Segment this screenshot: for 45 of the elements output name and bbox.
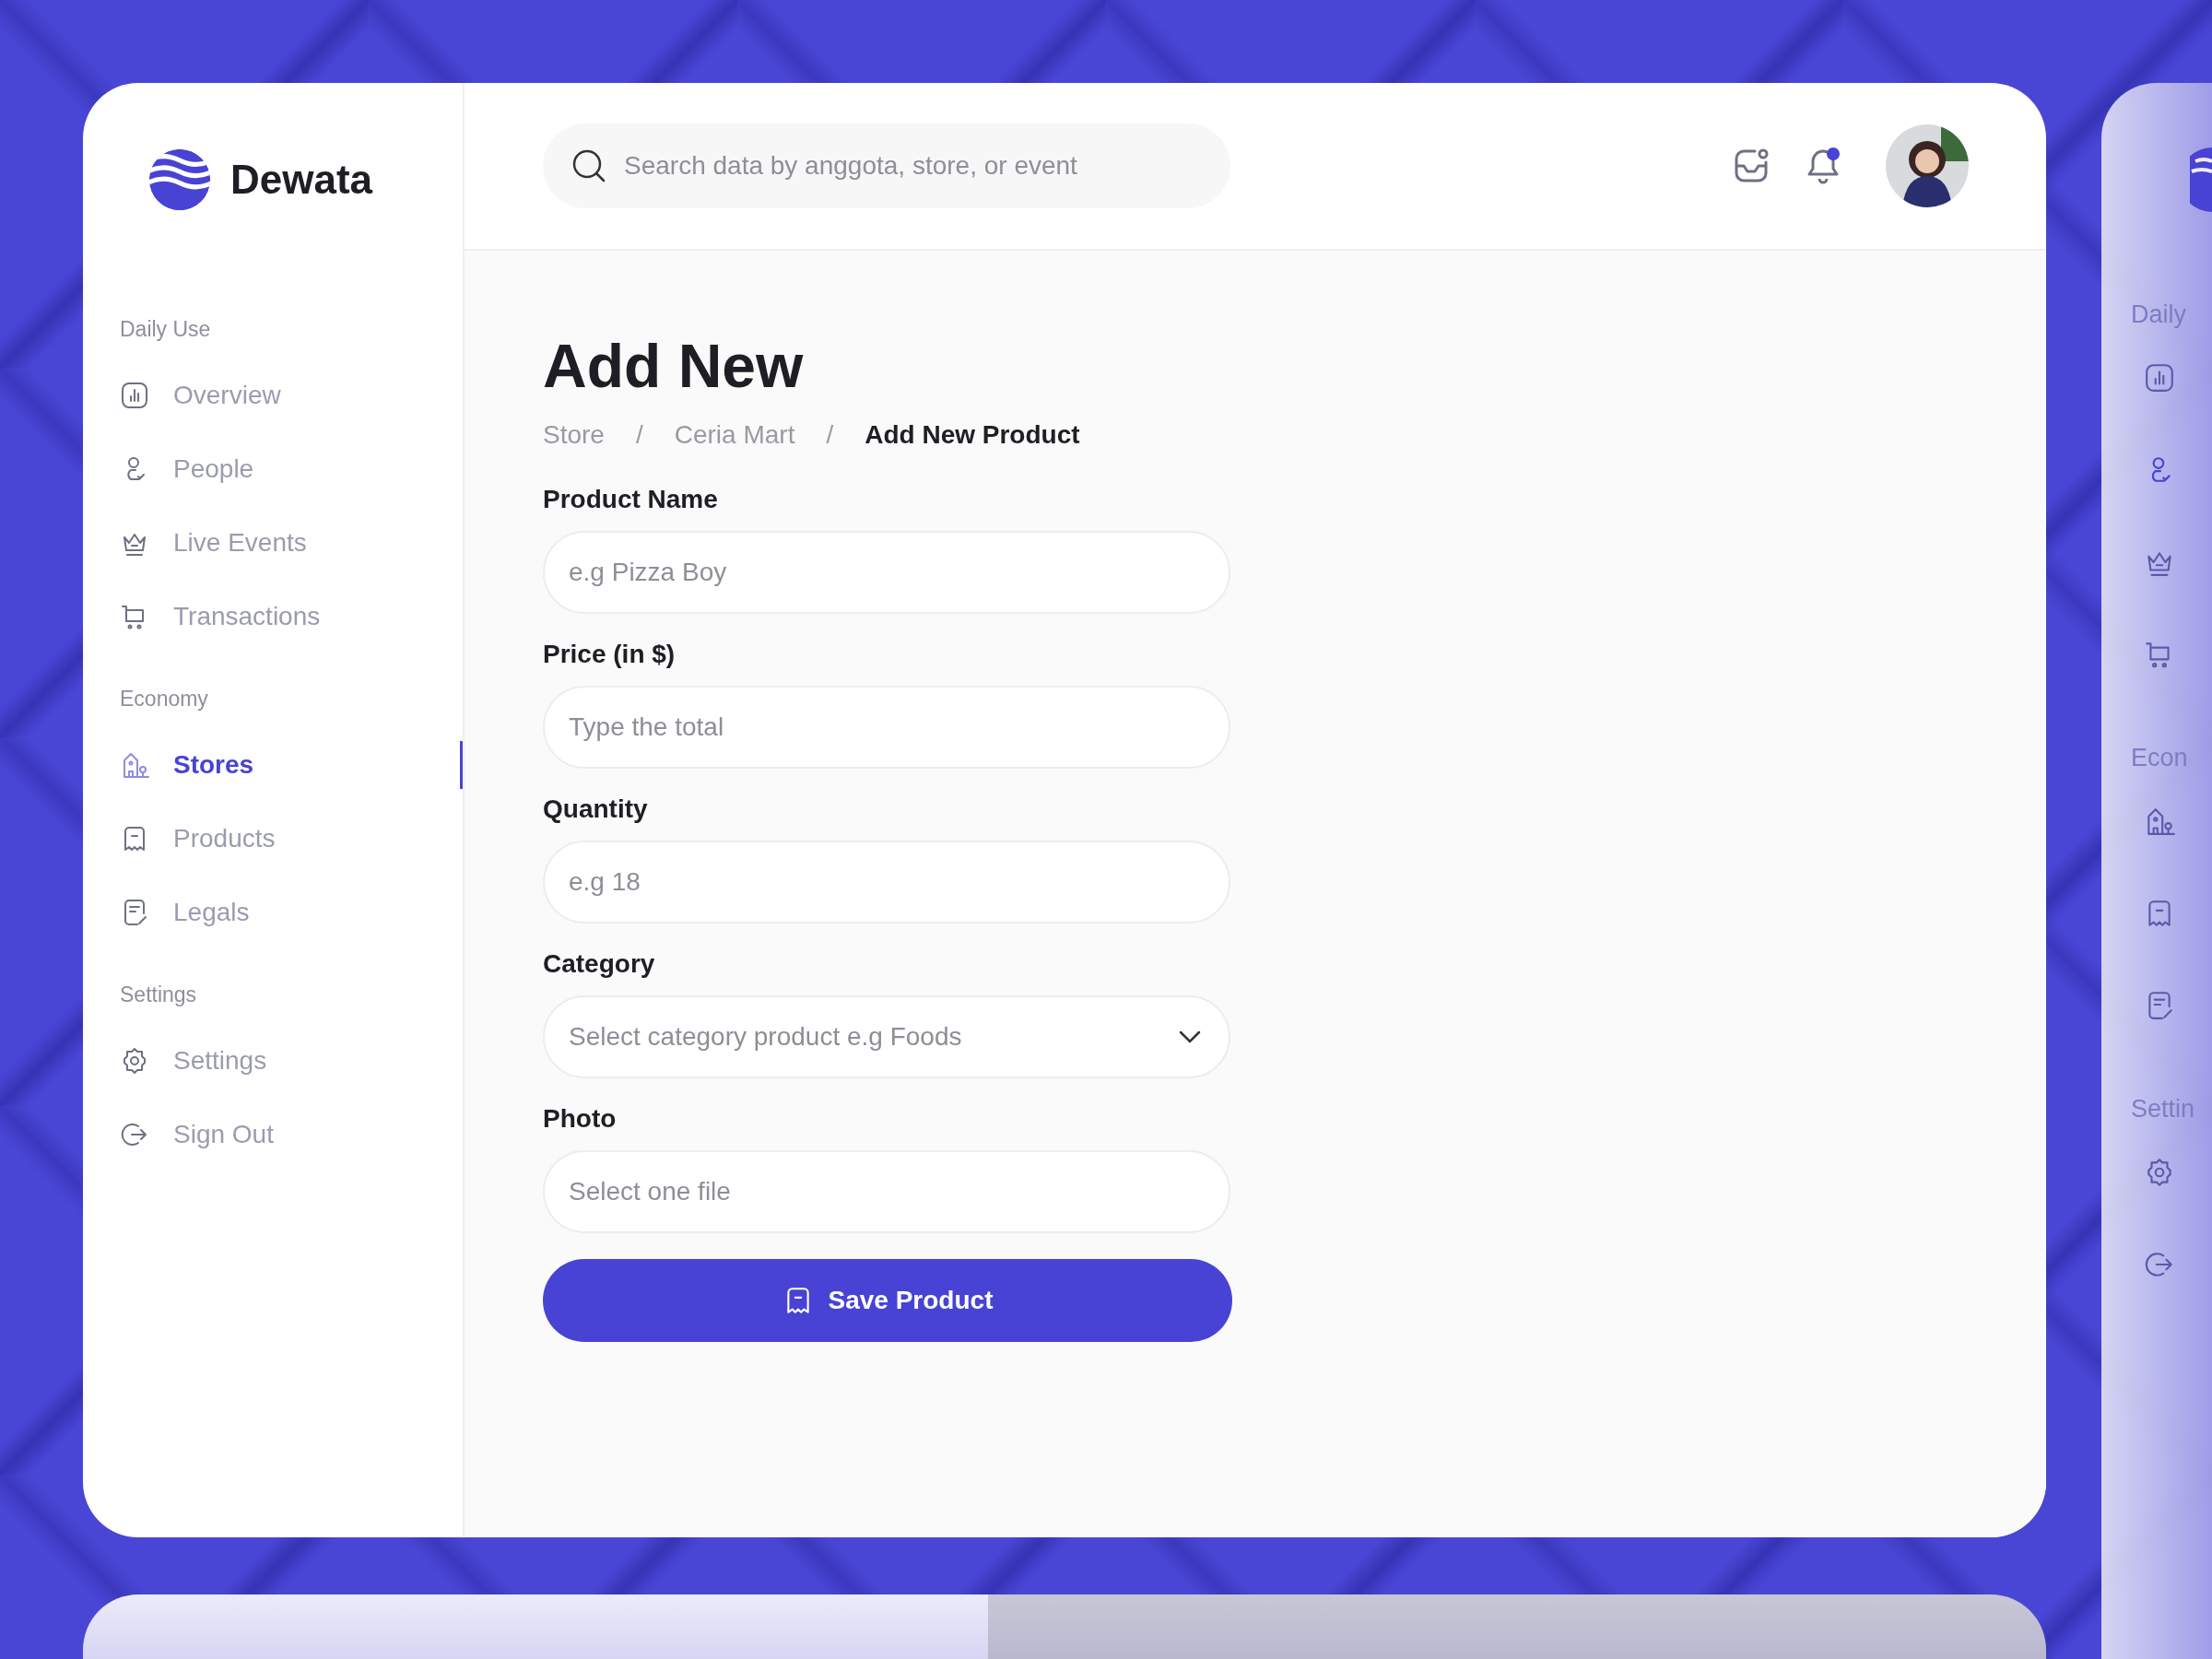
search-placeholder: Search data by anggota, store, or event bbox=[624, 151, 1077, 181]
sidebar-item[interactable]: People bbox=[120, 432, 463, 506]
breadcrumb-separator: / bbox=[635, 420, 643, 450]
bar-chart-icon bbox=[120, 381, 149, 410]
notification-button[interactable] bbox=[1806, 147, 1840, 184]
category-select[interactable]: Select category product e.g Foods bbox=[543, 995, 1230, 1078]
file-field[interactable]: Select one file bbox=[543, 1150, 1230, 1233]
section-title: Settings bbox=[120, 982, 197, 1007]
section-title: Settin bbox=[2131, 1095, 2196, 1124]
breadcrumb-current: Add New Product bbox=[865, 420, 1080, 450]
active-indicator bbox=[460, 741, 463, 789]
section-title: Economy bbox=[120, 687, 208, 712]
field-label: Photo bbox=[543, 1104, 617, 1134]
caret-icon bbox=[1179, 1030, 1201, 1043]
search-icon bbox=[571, 147, 607, 184]
bar-chart-icon[interactable] bbox=[2144, 362, 2175, 394]
logo-icon bbox=[147, 147, 212, 212]
search-field[interactable]: Search data by anggota, store, or event bbox=[543, 124, 1230, 208]
sidebar-item[interactable]: Transactions bbox=[120, 580, 463, 653]
input-field[interactable]: e.g Pizza Boy bbox=[543, 531, 1230, 614]
section-title: Daily bbox=[2131, 300, 2187, 329]
save-button[interactable]: Save Product bbox=[543, 1259, 1232, 1342]
inbox-icon[interactable] bbox=[1733, 147, 1770, 184]
field-label: Quantity bbox=[543, 794, 648, 824]
sidebar-item[interactable]: Sign Out bbox=[120, 1098, 463, 1171]
breadcrumb-separator: / bbox=[826, 420, 834, 450]
field-label: Price (in $) bbox=[543, 640, 676, 669]
bell-icon bbox=[1806, 147, 1840, 184]
field-label: Category bbox=[543, 949, 655, 979]
section-title: Econ bbox=[2131, 744, 2189, 772]
breadcrumb-link[interactable]: Store bbox=[543, 420, 605, 450]
sidebar-item[interactable]: Overview bbox=[120, 359, 463, 432]
sidebar-item[interactable]: Legals bbox=[120, 876, 463, 949]
input-field[interactable]: e.g 18 bbox=[543, 841, 1230, 924]
input-field[interactable]: Type the total bbox=[543, 686, 1230, 769]
sidebar-item[interactable]: Live Events bbox=[120, 506, 463, 580]
field-label: Product Name bbox=[543, 485, 718, 514]
sidebar-item[interactable]: Products bbox=[120, 802, 463, 876]
sidebar-item[interactable]: Settings bbox=[120, 1024, 463, 1098]
sidebar-item[interactable]: Stores bbox=[120, 728, 463, 802]
page-title: Add New bbox=[543, 335, 805, 396]
section-title: Daily Use bbox=[120, 317, 211, 342]
brand-name: Dewata bbox=[230, 157, 373, 203]
logo-icon bbox=[2190, 147, 2212, 212]
breadcrumb-link[interactable]: Ceria Mart bbox=[674, 420, 795, 450]
